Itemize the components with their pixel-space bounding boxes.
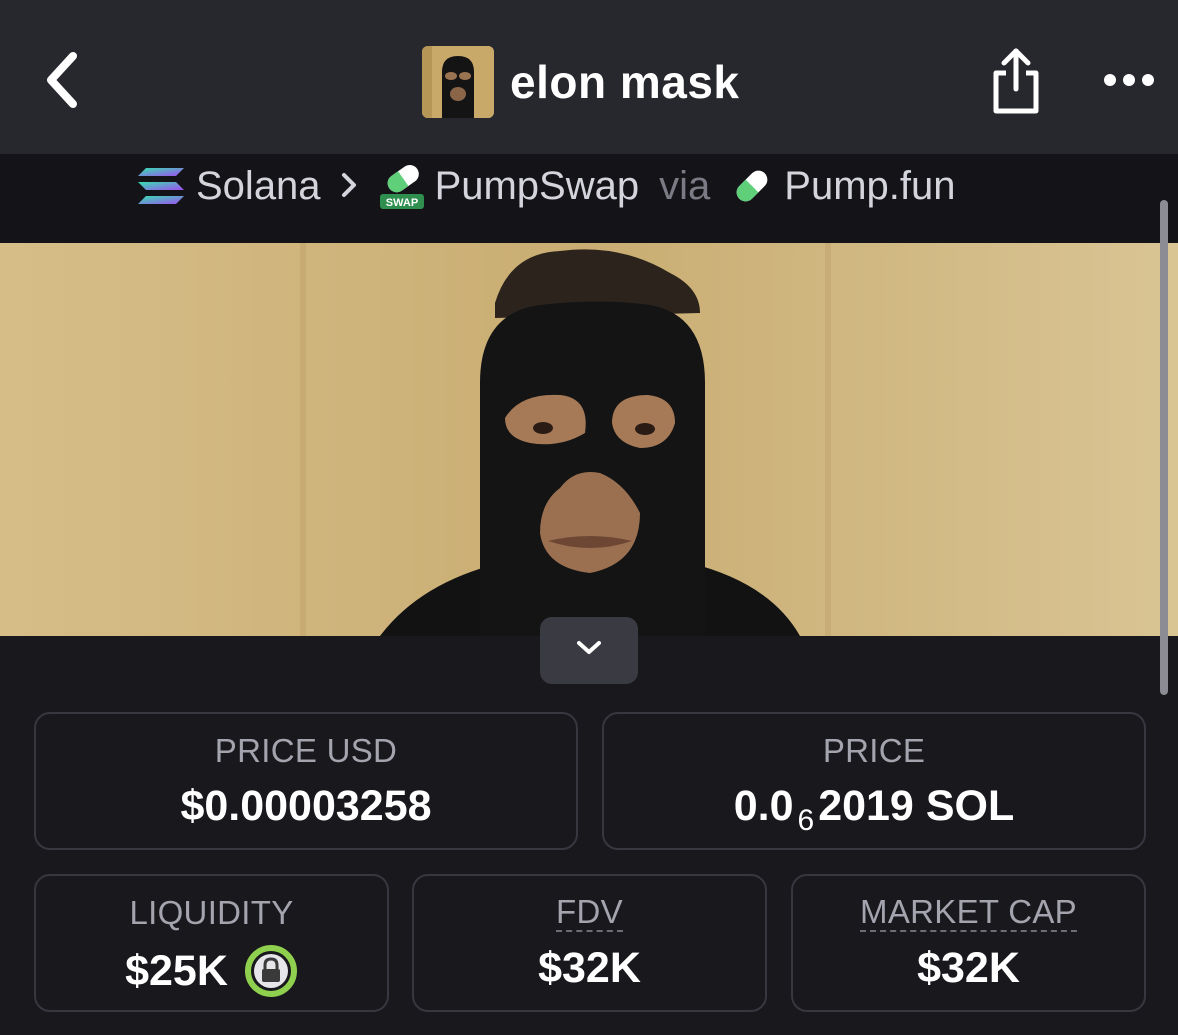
liquidity-value: $25K (125, 946, 228, 995)
token-avatar (422, 46, 494, 118)
liquidity-value-row: $25K (125, 944, 298, 998)
more-horizontal-icon (1103, 73, 1155, 92)
price-usd-label: PRICE USD (214, 732, 398, 769)
pump-fun-icon (730, 164, 774, 208)
via-label: via (659, 163, 711, 208)
chevron-right-icon (341, 165, 357, 208)
share-button[interactable] (986, 46, 1046, 118)
token-banner-image (0, 243, 1178, 636)
chevron-left-icon (43, 51, 79, 113)
chevron-down-icon (576, 640, 602, 661)
price-usd-card: PRICE USD $0.00003258 (34, 712, 578, 850)
chain-link[interactable]: Solana (196, 164, 321, 209)
solana-icon (136, 166, 186, 206)
price-sol-digits: 2019 (818, 782, 914, 830)
launchpad-link[interactable]: Pump.fun (784, 164, 955, 209)
fdv-card: FDV $32K (412, 874, 767, 1012)
price-sol-card: PRICE 0.0 6 2019 SOL (602, 712, 1146, 850)
price-sol-label: PRICE (822, 732, 926, 769)
more-options-button[interactable] (1098, 60, 1160, 104)
fdv-value: $32K (538, 944, 641, 992)
market-cap-card: MARKET CAP $32K (791, 874, 1146, 1012)
liquidity-card: LIQUIDITY $25K (34, 874, 389, 1012)
scrollbar[interactable] (1160, 200, 1168, 695)
token-title: elon mask (422, 46, 740, 118)
dex-link[interactable]: PumpSwap (435, 164, 640, 209)
swap-badge: SWAP (385, 197, 417, 209)
pumpswap-icon: SWAP (379, 162, 425, 210)
market-cap-label[interactable]: MARKET CAP (860, 894, 1077, 932)
price-sol-value: 0.0 6 2019 SOL (733, 782, 1015, 837)
market-cap-value: $32K (917, 944, 1020, 992)
price-sol-zero-count: 6 (797, 803, 815, 837)
page-title: elon mask (510, 56, 740, 108)
expand-banner-button[interactable] (540, 617, 638, 684)
share-icon (990, 45, 1042, 120)
liquidity-label: LIQUIDITY (129, 894, 294, 931)
fdv-label[interactable]: FDV (556, 894, 623, 932)
lock-icon[interactable] (244, 944, 298, 998)
price-sol-unit: SOL (925, 782, 1015, 830)
price-usd-value: $0.00003258 (180, 782, 432, 830)
breadcrumb: Solana SWAP PumpSwap via Pump.fun (136, 158, 955, 214)
back-button[interactable] (36, 50, 86, 114)
price-sol-prefix: 0.0 (733, 782, 794, 830)
